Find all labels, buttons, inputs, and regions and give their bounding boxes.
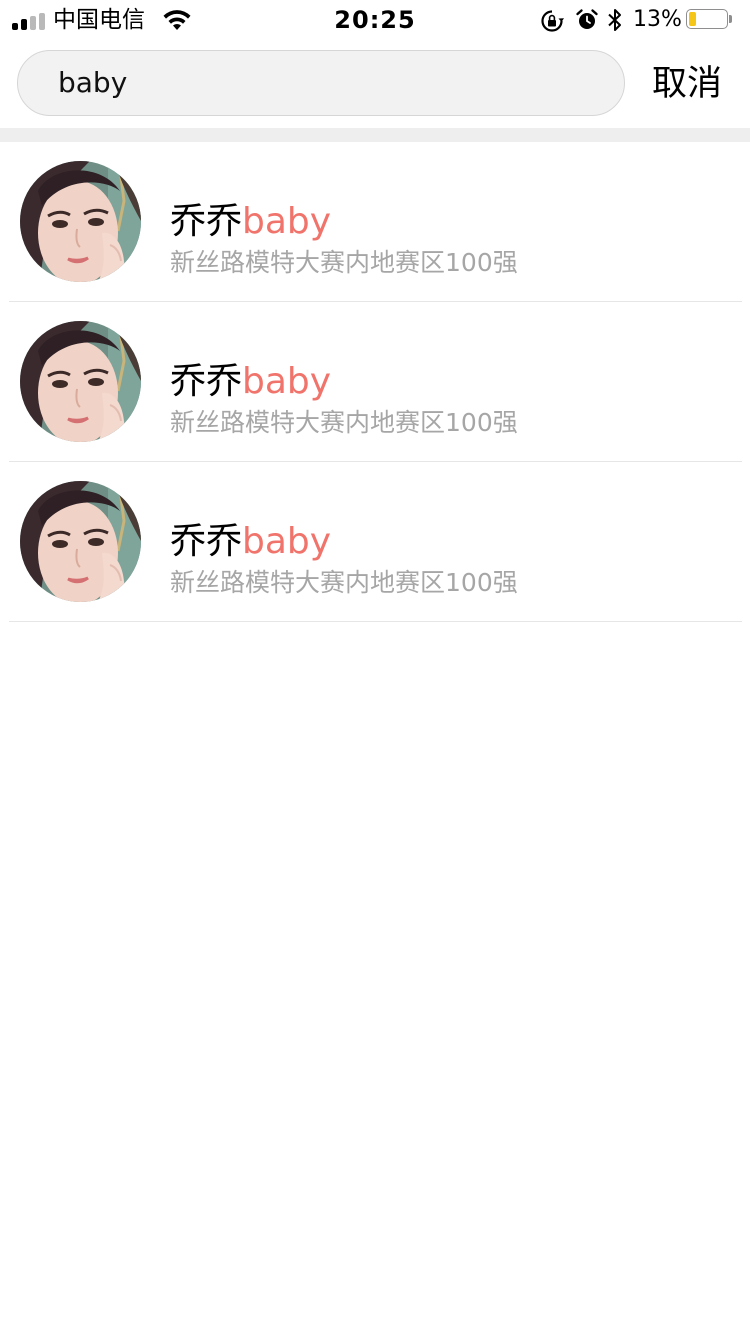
result-name-match: baby	[242, 361, 332, 402]
list-item[interactable]: 乔乔baby 新丝路模特大赛内地赛区100强	[0, 302, 750, 462]
search-results-list: 乔乔baby 新丝路模特大赛内地赛区100强 乔乔baby 新丝路模特大赛内地赛…	[0, 142, 750, 622]
result-name-prefix: 乔乔	[170, 521, 243, 562]
avatar	[20, 321, 141, 442]
rotation-lock-icon	[541, 10, 564, 32]
search-bar[interactable]	[17, 50, 625, 116]
battery-icon	[686, 9, 732, 31]
cancel-button[interactable]: 取消	[652, 60, 722, 108]
row-divider	[9, 621, 742, 622]
avatar	[20, 161, 141, 282]
result-name-prefix: 乔乔	[170, 201, 243, 242]
result-title: 乔乔baby	[170, 519, 331, 565]
header-divider	[0, 128, 750, 142]
result-description: 新丝路模特大赛内地赛区100强	[170, 248, 518, 277]
search-input[interactable]	[58, 51, 598, 114]
list-item[interactable]: 乔乔baby 新丝路模特大赛内地赛区100强	[0, 142, 750, 302]
battery-level	[689, 12, 696, 26]
result-name-match: baby	[242, 521, 332, 562]
alarm-icon	[576, 9, 598, 29]
bluetooth-icon	[608, 9, 621, 31]
avatar	[20, 481, 141, 602]
result-title: 乔乔baby	[170, 359, 331, 405]
status-bar: 中国电信 20:25 13%	[0, 0, 750, 40]
list-item[interactable]: 乔乔baby 新丝路模特大赛内地赛区100强	[0, 462, 750, 622]
result-name-prefix: 乔乔	[170, 361, 243, 402]
result-title: 乔乔baby	[170, 199, 331, 245]
result-name-match: baby	[242, 201, 332, 242]
battery-percent: 13%	[633, 7, 682, 32]
result-description: 新丝路模特大赛内地赛区100强	[170, 408, 518, 437]
result-description: 新丝路模特大赛内地赛区100强	[170, 568, 518, 597]
